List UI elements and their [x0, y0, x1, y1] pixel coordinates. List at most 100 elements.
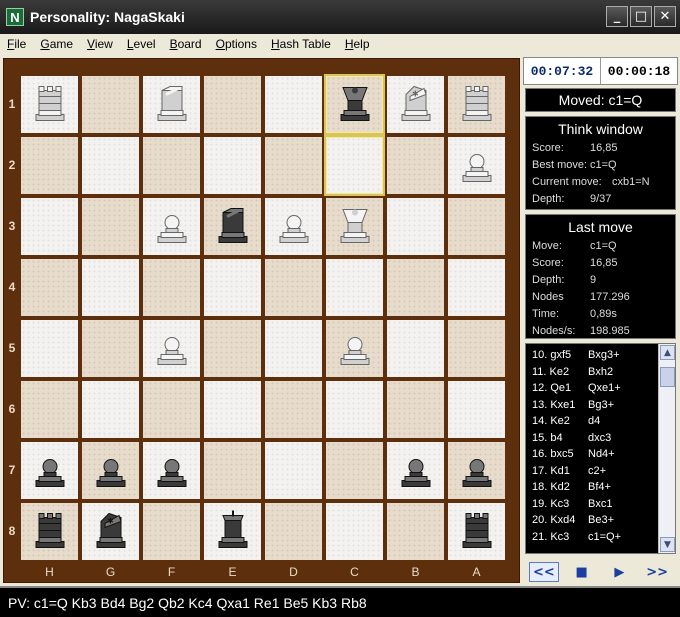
board-square[interactable]	[202, 135, 263, 196]
board-square[interactable]	[141, 74, 202, 135]
move-list-item[interactable]: 12. Qe1 Qxe1+	[526, 380, 675, 397]
board-square[interactable]	[324, 440, 385, 501]
board-square[interactable]: ✱	[80, 501, 141, 562]
white-pawn-icon[interactable]	[152, 204, 192, 249]
maximize-button[interactable]: □	[630, 6, 652, 27]
board-square[interactable]	[263, 440, 324, 501]
menu-help[interactable]: Help	[338, 37, 377, 51]
board-square[interactable]	[263, 318, 324, 379]
board-square[interactable]	[263, 257, 324, 318]
board-square[interactable]	[446, 501, 507, 562]
board-square[interactable]	[324, 318, 385, 379]
board-square[interactable]	[263, 501, 324, 562]
menu-options[interactable]: Options	[209, 37, 264, 51]
black-bishop-icon[interactable]	[213, 204, 253, 249]
stop-button[interactable]: ■	[567, 562, 597, 582]
white-queen-icon[interactable]	[335, 204, 375, 249]
board-square[interactable]	[19, 135, 80, 196]
black-pawn-icon[interactable]	[457, 448, 497, 493]
board-square[interactable]	[141, 379, 202, 440]
move-list[interactable]: 10. gxf5 Bxg3+ 11. Ke2 Bxh2 12. Qe1 Qxe1+ 13. …	[525, 343, 676, 554]
board-square[interactable]	[19, 74, 80, 135]
board-square[interactable]	[141, 257, 202, 318]
menu-view[interactable]: View	[80, 37, 120, 51]
black-knight-icon[interactable]: ✱	[91, 509, 131, 554]
board-square[interactable]	[19, 379, 80, 440]
move-list-item[interactable]: 15. b4 dxc3	[526, 430, 675, 447]
board-square[interactable]	[202, 196, 263, 257]
board-square[interactable]	[385, 379, 446, 440]
chess-board[interactable]: ✱ ✱	[19, 74, 509, 562]
black-rook-icon[interactable]	[457, 509, 497, 554]
menu-hash-table[interactable]: Hash Table	[264, 37, 338, 51]
board-square[interactable]	[80, 74, 141, 135]
board-square[interactable]	[141, 440, 202, 501]
scroll-down-icon[interactable]: ▼	[660, 537, 675, 552]
board-square[interactable]	[202, 257, 263, 318]
move-list-item[interactable]: 19. Kc3 Bxc1	[526, 496, 675, 513]
black-pawn-icon[interactable]	[30, 448, 70, 493]
black-rook-icon[interactable]	[30, 509, 70, 554]
board-square[interactable]	[202, 318, 263, 379]
board-square[interactable]	[385, 440, 446, 501]
scroll-up-icon[interactable]: ▲	[660, 345, 675, 360]
board-square[interactable]	[385, 135, 446, 196]
black-pawn-icon[interactable]	[91, 448, 131, 493]
move-list-item[interactable]: 11. Ke2 Bxh2	[526, 364, 675, 381]
white-pawn-icon[interactable]	[274, 204, 314, 249]
move-list-scrollbar[interactable]: ▲ ▼	[658, 344, 675, 553]
board-square[interactable]	[446, 74, 507, 135]
move-list-item[interactable]: 14. Ke2 d4	[526, 413, 675, 430]
board-square[interactable]	[263, 379, 324, 440]
move-list-item[interactable]: 10. gxf5 Bxg3+	[526, 347, 675, 364]
white-pawn-icon[interactable]	[152, 326, 192, 371]
play-button[interactable]: ▶	[604, 562, 634, 582]
board-square[interactable]	[446, 440, 507, 501]
board-square[interactable]	[19, 196, 80, 257]
move-list-item[interactable]: 21. Kc3 c1=Q+	[526, 529, 675, 546]
move-list-item[interactable]: 20. Kxd4 Be3+	[526, 512, 675, 529]
board-square[interactable]	[263, 135, 324, 196]
move-list-item[interactable]: 13. Kxe1 Bg3+	[526, 397, 675, 414]
board-square[interactable]	[446, 257, 507, 318]
board-square[interactable]	[385, 318, 446, 379]
board-square[interactable]	[141, 135, 202, 196]
board-square[interactable]	[202, 440, 263, 501]
board-square[interactable]: ✱	[385, 74, 446, 135]
board-square[interactable]	[141, 318, 202, 379]
last-move-button[interactable]: >>	[642, 562, 672, 582]
menu-file[interactable]: File	[0, 37, 33, 51]
minimize-button[interactable]: _	[606, 6, 628, 27]
move-list-item[interactable]: 16. bxc5 Nd4+	[526, 446, 675, 463]
board-square[interactable]	[385, 196, 446, 257]
menu-level[interactable]: Level	[120, 37, 163, 51]
white-rook-icon[interactable]	[30, 82, 70, 127]
black-pawn-icon[interactable]	[152, 448, 192, 493]
move-list-item[interactable]: 18. Kd2 Bf4+	[526, 479, 675, 496]
board-square[interactable]	[385, 501, 446, 562]
board-square[interactable]	[385, 257, 446, 318]
board-square[interactable]	[19, 440, 80, 501]
board-square[interactable]	[263, 196, 324, 257]
move-list-item[interactable]: 17. Kd1 c2+	[526, 463, 675, 480]
board-square[interactable]	[324, 135, 385, 196]
board-square[interactable]	[141, 501, 202, 562]
board-square[interactable]	[80, 379, 141, 440]
board-square[interactable]	[263, 74, 324, 135]
board-square[interactable]	[19, 501, 80, 562]
board-square[interactable]	[324, 196, 385, 257]
board-square[interactable]	[202, 501, 263, 562]
board-square[interactable]	[324, 257, 385, 318]
close-button[interactable]: ✕	[654, 6, 676, 27]
board-square[interactable]	[80, 257, 141, 318]
board-square[interactable]	[202, 74, 263, 135]
white-rook-icon[interactable]	[457, 82, 497, 127]
board-square[interactable]	[141, 196, 202, 257]
black-pawn-icon[interactable]	[396, 448, 436, 493]
board-square[interactable]	[80, 196, 141, 257]
board-square[interactable]	[202, 379, 263, 440]
board-square[interactable]	[446, 196, 507, 257]
board-square[interactable]	[80, 440, 141, 501]
menu-board[interactable]: Board	[163, 37, 209, 51]
board-square[interactable]	[324, 74, 385, 135]
